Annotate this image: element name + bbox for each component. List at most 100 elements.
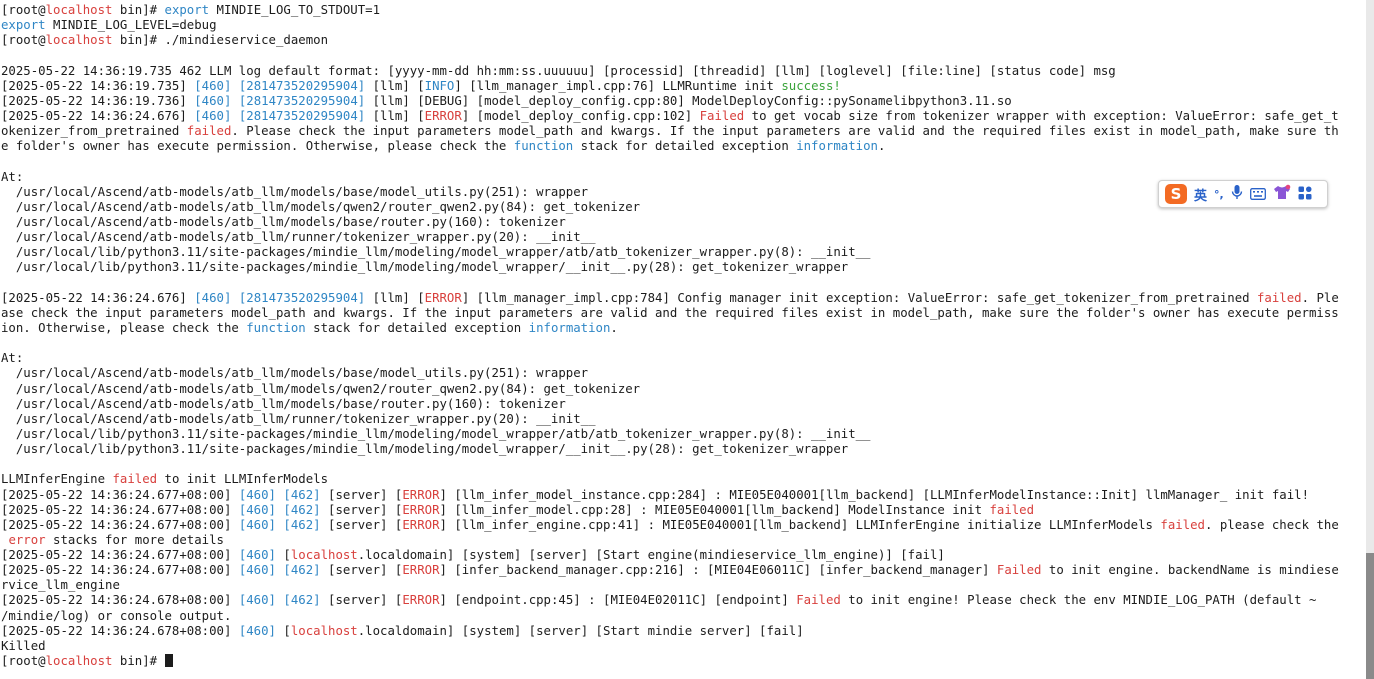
terminal-text-segment: ] [llm_manager_impl.cpp:784] Config mana… [461,290,1257,305]
terminal-text-segment: /mindie/log) or console output. [1,608,232,623]
terminal-text-segment: ion. Otherwise, please check the [1,320,247,335]
terminal-text-segment: [root@ [1,33,46,48]
terminal-text-segment: /usr/local/Ascend/atb-models/atb_llm/run… [1,230,596,245]
terminal-text-segment: [2025-05-22 14:36:24.676] [1,290,195,305]
terminal-line: error stacks for more details [1,533,1366,548]
terminal-text-segment: [281473520295904] [238,93,366,108]
terminal-text-segment: [ [275,623,291,638]
terminal-text-segment: [2025-05-22 14:36:24.678+08:00] [1,593,239,608]
terminal-text-segment: .localdomain] [system] [server] [Start m… [357,623,804,638]
terminal-text-segment: Failed [996,563,1042,578]
terminal-text-segment: INFO [424,78,455,93]
terminal-text-segment: /usr/local/lib/python3.11/site-packages/… [1,245,871,260]
scrollbar-thumb[interactable] [1366,553,1374,679]
terminal-text-segment: . Ple [1301,290,1339,305]
terminal-text-segment: MINDIE_LOG_TO_STDOUT=1 [209,3,381,17]
sogou-logo-icon[interactable]: S [1165,184,1187,204]
terminal-text-segment: [llm] [ [365,290,425,305]
terminal-text-segment: ERROR [424,290,462,305]
terminal-line: /usr/local/Ascend/atb-models/atb_llm/mod… [1,382,1366,397]
terminal-text-segment: [2025-05-22 14:36:24.678+08:00] [1,623,239,638]
terminal-text-segment: /usr/local/Ascend/atb-models/atb_llm/mod… [1,366,589,381]
terminal-text-segment: [2025-05-22 14:36:24.677+08:00] [1,487,239,502]
terminal-text-segment: localhost [45,33,113,48]
terminal-text-segment: [460] [194,290,232,305]
terminal-text-segment: function [513,139,574,154]
terminal-text-segment: ERROR [402,487,440,502]
terminal-text-segment: stack for detailed exception [573,139,797,154]
terminal-text-segment: [2025-05-22 14:36:24.677+08:00] [1,548,239,563]
terminal-text-segment: localhost [290,548,358,563]
terminal-text-segment: ERROR [424,108,462,123]
terminal-text-segment: bin]# ./mindieservice_daemon [112,33,328,48]
terminal-text-segment: rvice_llm_engine [1,578,120,593]
terminal-line: /usr/local/lib/python3.11/site-packages/… [1,260,1366,275]
terminal-line: /usr/local/lib/python3.11/site-packages/… [1,245,1366,260]
ime-toolbar[interactable]: S 英 °, [1158,180,1328,208]
terminal-text-segment: [460] [194,108,232,123]
ime-language-toggle[interactable]: 英 [1194,185,1207,204]
terminal-text-segment: localhost [45,3,113,17]
terminal-line: rvice_llm_engine [1,578,1366,593]
terminal-text-segment: /usr/local/Ascend/atb-models/atb_llm/mod… [1,214,566,229]
terminal-text-segment: [llm] [ [365,108,425,123]
terminal-cursor [164,654,173,668]
terminal-line: [2025-05-22 14:36:19.736] [460] [2814735… [1,94,1366,109]
keyboard-icon[interactable] [1249,185,1266,204]
terminal-text-segment: success! [781,78,841,93]
terminal-text-segment: ] [llm_infer_model.cpp:28] : MIE05E04000… [439,502,990,517]
terminal-text-segment: . [877,139,886,154]
terminal-text-segment: /usr/local/Ascend/atb-models/atb_llm/mod… [1,184,589,199]
grid-icon[interactable] [1298,185,1312,204]
terminal-line: ion. Otherwise, please check the functio… [1,321,1366,336]
terminal-text-segment: [462] [283,487,321,502]
terminal-text-segment: failed [989,502,1035,517]
vertical-scrollbar[interactable] [1366,0,1374,679]
terminal-text-segment: failed [1257,290,1302,305]
terminal-line: e folder's owner has execute permission.… [1,139,1366,154]
terminal-text-segment: [460] [194,78,232,93]
terminal-text-segment: ERROR [402,593,440,608]
terminal-text-segment: /usr/local/Ascend/atb-models/atb_llm/run… [1,411,596,426]
terminal-line: /usr/local/lib/python3.11/site-packages/… [1,427,1366,442]
terminal-text-segment: [462] [283,563,321,578]
ime-punctuation-toggle[interactable]: °, [1214,188,1224,201]
terminal-text-segment: /usr/local/lib/python3.11/site-packages/… [1,442,849,457]
terminal-line: /usr/local/Ascend/atb-models/atb_llm/mod… [1,215,1366,230]
terminal-text-segment: bin]# [112,654,165,669]
terminal-text-segment: [460] [238,548,276,563]
terminal-line: LLMInferEngine failed to init LLMInferMo… [1,472,1366,487]
terminal-text-segment: [460] [238,487,276,502]
terminal-line: /usr/local/Ascend/atb-models/atb_llm/run… [1,412,1366,427]
terminal-text-segment: to init engine. backendName is mindiese [1041,563,1339,578]
terminal-text-segment: At: [1,351,24,366]
terminal-text-segment: localhost [290,623,358,638]
terminal-text-segment: [2025-05-22 14:36:24.676] [1,108,195,123]
terminal-text-segment: bin]# [112,3,165,17]
terminal-text-segment: to init LLMInferModels [157,472,329,487]
microphone-icon[interactable] [1231,184,1243,204]
terminal-text-segment: stack for detailed exception [305,320,529,335]
terminal-line: /usr/local/lib/python3.11/site-packages/… [1,442,1366,457]
terminal-line: /usr/local/Ascend/atb-models/atb_llm/mod… [1,366,1366,381]
terminal-text-segment: [server] [ [320,593,403,608]
terminal-output[interactable]: [root@localhost bin]# export MINDIE_LOG_… [0,0,1366,679]
terminal-text-segment: [281473520295904] [238,108,366,123]
terminal-line: [root@localhost bin]# ./mindieservice_da… [1,33,1366,48]
terminal-line: [2025-05-22 14:36:24.677+08:00] [460] [4… [1,518,1366,533]
shirt-icon[interactable] [1273,184,1291,204]
terminal-text-segment: /usr/local/Ascend/atb-models/atb_llm/mod… [1,199,641,214]
terminal-text-segment: [server] [ [320,502,403,517]
terminal-text-segment: ERROR [402,502,440,517]
terminal-text-segment: function [246,320,306,335]
terminal-text-segment: ] [llm_infer_engine.cpp:41] : MIE05E0400… [439,517,1161,532]
terminal-text-segment: information [528,320,611,335]
terminal-text-segment: [460] [238,502,276,517]
terminal-text-segment: . Please check the input parameters mode… [231,124,1339,139]
terminal-text-segment: [460] [238,563,276,578]
terminal-text-segment: .localdomain] [system] [server] [Start e… [357,548,945,563]
terminal-text-segment: 2025-05-22 14:36:19.735 462 LLM log defa… [1,63,1116,78]
